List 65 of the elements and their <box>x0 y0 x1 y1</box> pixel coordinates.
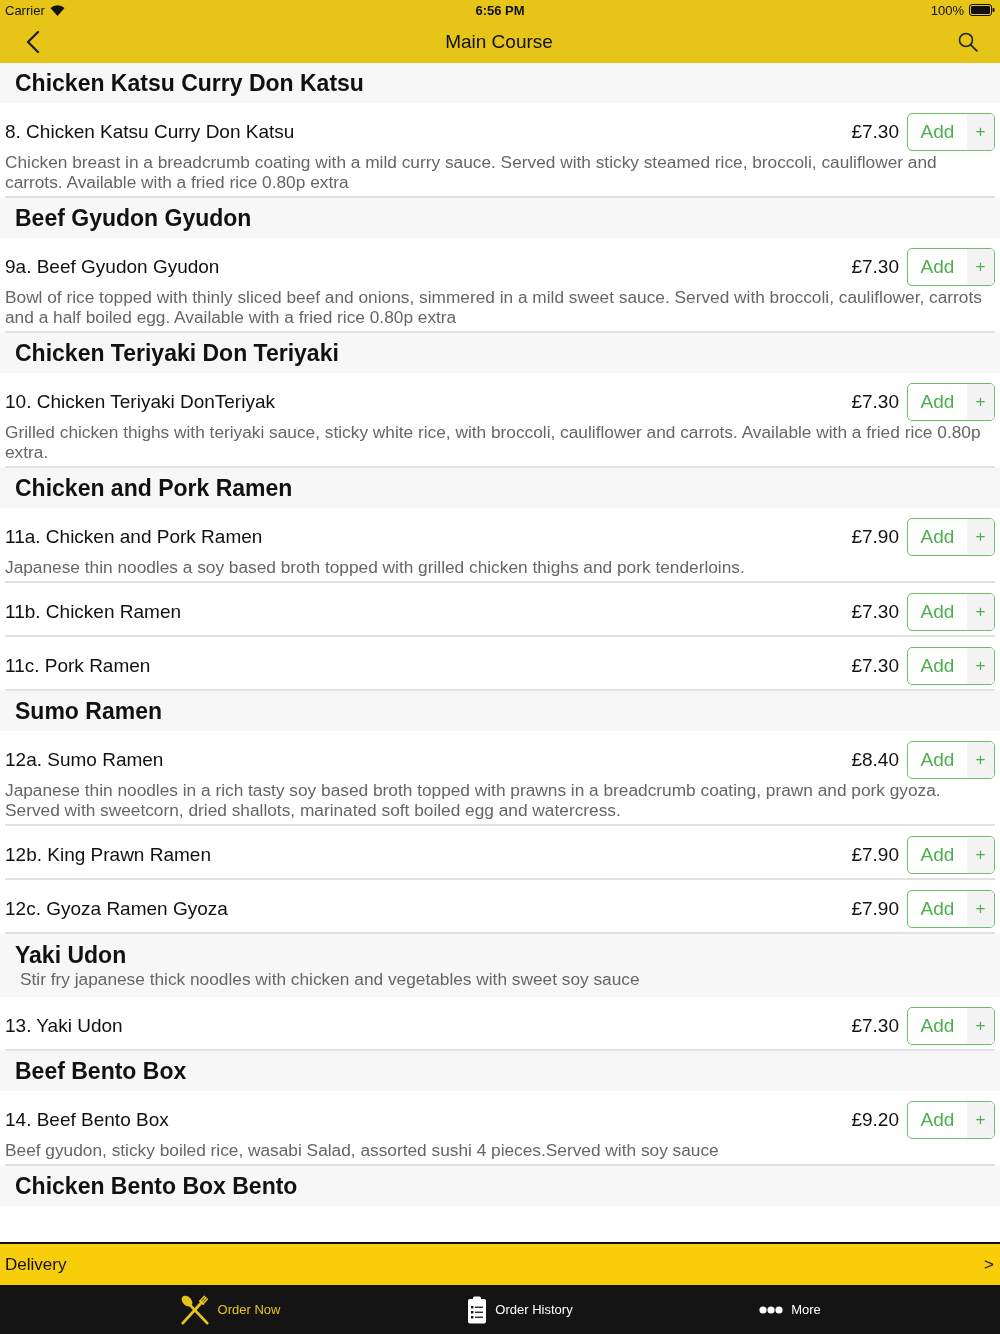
battery-percent: 100% <box>930 2 964 18</box>
item-price: £7.30 <box>851 1015 899 1037</box>
item-price: £7.30 <box>851 121 899 143</box>
item-name: 12c. Gyoza Ramen Gyoza <box>5 898 229 920</box>
item-name: 11b. Chicken Ramen <box>5 601 183 623</box>
item-description: Japanese thin noodles a soy based broth topped with grilled chicken thighs and pork tenderloins. <box>5 556 746 577</box>
tab-button[interactable]: More <box>670 1285 910 1334</box>
add-button[interactable]: Add + <box>907 383 995 421</box>
item-name: 12b. King Prawn Ramen <box>5 844 212 866</box>
item-name: 13. Yaki Udon <box>5 1015 124 1037</box>
back-icon[interactable] <box>26 29 40 54</box>
item-description: Bowl of rice topped with thinly sliced beef and onions, simmered in a mild sweet sauce. Served with broccoli, cauliflower, carrots and a half boiled egg. Available with a fried rice 0.80p extra <box>5 286 983 327</box>
more-dots-icon <box>759 1305 784 1314</box>
item-price: £7.90 <box>851 898 899 920</box>
item-name: 14. Beef Bento Box <box>5 1109 170 1131</box>
add-button[interactable]: Add + <box>907 890 995 928</box>
item-price: £7.90 <box>851 526 899 548</box>
battery-icon <box>969 4 995 16</box>
section-title: Yaki Udon <box>15 941 128 969</box>
item-price: £7.30 <box>851 655 899 677</box>
add-button[interactable]: Add + <box>907 1007 995 1045</box>
add-button[interactable]: Add + <box>907 518 995 556</box>
add-button[interactable]: Add + <box>907 593 995 631</box>
item-name: 12a. Sumo Ramen <box>5 749 165 771</box>
item-price: £9.20 <box>851 1109 899 1131</box>
section-title: Chicken and Pork Ramen <box>15 474 294 502</box>
item-price: £7.30 <box>851 391 899 413</box>
item-name: 8. Chicken Katsu Curry Don Katsu <box>5 121 296 143</box>
item-price: £7.30 <box>851 256 899 278</box>
item-description: Grilled chicken thighs with teriyaki sauce, sticky white rice, with broccoli, cauliflower and carrots. Available with a fried rice 0.80p extra. <box>5 421 982 462</box>
add-button[interactable]: Add + <box>907 647 995 685</box>
item-name: 10. Chicken Teriyaki DonTeriyak <box>5 391 276 413</box>
wifi-icon <box>49 4 65 16</box>
delivery-label: Delivery <box>5 1254 67 1275</box>
item-price: £7.30 <box>851 601 899 623</box>
search-icon[interactable] <box>958 31 978 52</box>
section-title: Chicken Bento Box Bento <box>15 1172 299 1200</box>
item-price: £8.40 <box>851 749 899 771</box>
section-title: Chicken Teriyaki Don Teriyaki <box>15 339 340 367</box>
item-description: Chicken breast in a breadcrumb coating with a mild curry sauce. Served with sticky steamed rice, broccoli, cauliflower and carrots. Available with a fried rice 0.80p extra <box>5 151 938 192</box>
add-button[interactable]: Add + <box>907 1101 995 1139</box>
add-button[interactable]: Add + <box>907 113 995 151</box>
item-name: 9a. Beef Gyudon Gyudon <box>5 256 221 278</box>
section-title: Chicken Katsu Curry Don Katsu <box>15 69 365 97</box>
item-description: Japanese thin noodles in a rich tasty soy based broth topped with prawns in a breadcrumb coating, prawn and pork gyoza. Served with sweetcorn, dried shallots, marinated soft boiled egg and watercress. <box>5 779 942 820</box>
carrier-label: Carrier <box>5 2 45 18</box>
item-price: £7.90 <box>851 844 899 866</box>
arrow-glyph: > <box>984 1254 994 1275</box>
add-button[interactable]: Add + <box>907 741 995 779</box>
item-description: Beef gyudon, sticky boiled rice, wasabi Salad, assorted sushi 4 pieces.Served with soy sauce <box>5 1139 720 1160</box>
section-title: Sumo Ramen <box>15 697 163 725</box>
tab-button[interactable]: Order Now <box>90 1285 370 1334</box>
status-time: 6:56 PM <box>475 2 525 18</box>
nav-title: Main Course <box>445 30 553 53</box>
tab-button[interactable]: Order History <box>370 1285 670 1334</box>
section-title: Beef Bento Box <box>15 1057 188 1085</box>
add-button[interactable]: Add + <box>907 248 995 286</box>
delivery-bar[interactable]: Delivery > <box>0 1242 1000 1285</box>
add-button[interactable]: Add + <box>907 836 995 874</box>
section-description: Stir fry japanese thick noodles with chicken and vegetables with sweet soy sauce <box>19 968 641 990</box>
item-name: 11c. Pork Ramen <box>5 655 152 677</box>
cutlery-icon <box>179 1293 210 1326</box>
item-name: 11a. Chicken and Pork Ramen <box>5 526 264 548</box>
clipboard-icon <box>467 1295 488 1324</box>
section-title: Beef Gyudon Gyudon <box>15 204 253 232</box>
